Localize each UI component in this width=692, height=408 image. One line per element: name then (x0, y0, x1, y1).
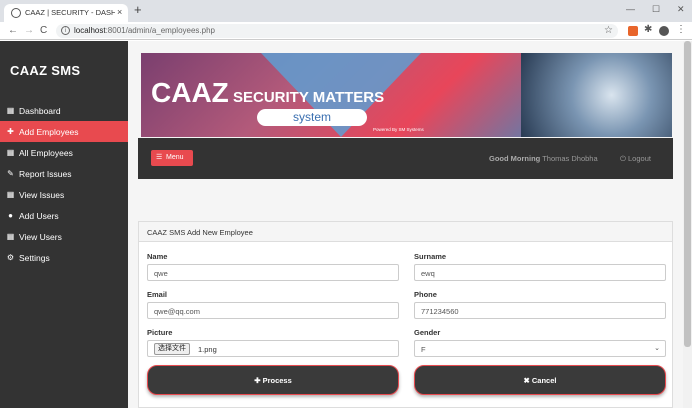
browser-menu-icon[interactable]: ⋮ (676, 24, 686, 35)
menu-icon: ☰ (156, 154, 163, 161)
url-host: localhost (74, 26, 106, 35)
edit-icon: ✎ (7, 169, 14, 178)
phone-field[interactable]: 771234560 (414, 302, 666, 319)
scrollbar[interactable] (683, 41, 692, 408)
gender-label: Gender (414, 328, 441, 337)
url-field[interactable]: i localhost:8001/admin/a_employees.php (56, 24, 618, 38)
sidebar-item-add-employees[interactable]: ✚ Add Employees (0, 121, 128, 142)
forward-icon[interactable]: → (24, 25, 34, 36)
file-name: 1.png (198, 345, 217, 354)
close-window-icon[interactable]: ✕ (677, 4, 685, 15)
sidebar-item-view-users[interactable]: ▦ View Users (0, 226, 128, 247)
header-banner: CAAZ SECURITY MATTERS system Powered By … (141, 53, 672, 137)
sidebar-item-all-employees[interactable]: ▦ All Employees (0, 142, 128, 163)
cancel-button[interactable]: ✖ Cancel (414, 365, 666, 395)
tab-close-icon[interactable]: × (117, 7, 122, 17)
name-label: Name (147, 252, 168, 261)
profile-icon[interactable] (659, 26, 669, 36)
bookmark-star-icon[interactable]: ☆ (604, 25, 613, 36)
sidebar-item-label: Report Issues (19, 169, 72, 179)
reload-icon[interactable]: C (40, 25, 47, 36)
banner-tagline: SECURITY MATTERS (233, 89, 385, 106)
sidebar-item-label: Dashboard (19, 106, 61, 116)
phone-label: Phone (414, 290, 437, 299)
address-bar: ← → C i localhost:8001/admin/a_employees… (0, 22, 692, 40)
sidebar-item-settings[interactable]: ⚙ Settings (0, 247, 128, 268)
name-field[interactable]: qwe (147, 264, 399, 281)
gear-icon: ⚙ (6, 253, 15, 262)
banner-system: system (257, 109, 367, 126)
process-button-label: ✚ Process (254, 376, 292, 385)
globe-icon (11, 8, 21, 18)
sidebar-item-label: Settings (19, 253, 50, 263)
sidebar: CAAZ SMS ▦ Dashboard ✚ Add Employees ▦ A… (0, 41, 128, 408)
sidebar-item-label: Add Employees (19, 127, 79, 137)
tab-title: CAAZ | SECURITY - DASHBOARD (25, 8, 115, 17)
sidebar-item-dashboard[interactable]: ▦ Dashboard (0, 100, 128, 121)
surname-field[interactable]: ewq (414, 264, 666, 281)
email-value: qwe@qq.com (154, 307, 200, 316)
choose-file-button[interactable]: 选择文件 (154, 343, 190, 355)
surname-label: Surname (414, 252, 447, 261)
chevron-down-icon: ⌄ (654, 345, 660, 352)
extension-icon[interactable] (628, 26, 638, 36)
table-icon: ▦ (6, 190, 15, 199)
email-field[interactable]: qwe@qq.com (147, 302, 399, 319)
table-icon: ▦ (6, 106, 15, 115)
table-icon: ▦ (6, 148, 15, 157)
phone-value: 771234560 (421, 307, 459, 316)
picture-label: Picture (147, 328, 173, 337)
sidebar-item-label: Add Users (19, 211, 59, 221)
menu-button[interactable]: ☰ Menu (151, 150, 193, 166)
user-icon: ● (8, 211, 13, 220)
menu-button-label: Menu (166, 154, 184, 161)
process-button[interactable]: ✚ Process (147, 365, 399, 395)
sidebar-item-label: View Users (19, 232, 62, 242)
sidebar-item-report-issues[interactable]: ✎ Report Issues (0, 163, 128, 184)
plus-icon: ✚ (7, 127, 14, 136)
gender-value: F (421, 345, 426, 354)
table-icon: ▦ (6, 232, 15, 241)
user-name: Thomas Dhobha (542, 154, 598, 163)
brand-title: CAAZ SMS (10, 63, 81, 78)
greeting-text: Good Morning (489, 154, 541, 163)
back-icon[interactable]: ← (8, 25, 18, 36)
scrollbar-thumb[interactable] (684, 41, 691, 347)
picture-file-input[interactable]: 选择文件 1.png (147, 340, 399, 357)
form-title: CAAZ SMS Add New Employee (147, 228, 253, 237)
minimize-icon[interactable]: — (626, 4, 635, 14)
sidebar-item-label: All Employees (19, 148, 73, 158)
banner-caaz: CAAZ (151, 77, 229, 108)
new-tab-icon[interactable]: + (134, 3, 142, 16)
browser-tab-bar: CAAZ | SECURITY - DASHBOARD × + — ☐ ✕ (0, 0, 692, 22)
sidebar-item-label: View Issues (19, 190, 65, 200)
browser-tab[interactable]: CAAZ | SECURITY - DASHBOARD × (4, 4, 128, 22)
name-value: qwe (154, 269, 168, 278)
puzzle-icon[interactable]: ✱ (644, 24, 652, 35)
banner-powered-by: Powered By SM Systems (373, 127, 424, 132)
url-text: localhost:8001/admin/a_employees.php (74, 26, 215, 35)
sidebar-item-add-users[interactable]: ● Add Users (0, 205, 128, 226)
logout-link[interactable]: ⏻ Logout (620, 154, 651, 164)
camera-image (521, 53, 672, 137)
main-content: CAAZ SECURITY MATTERS system Powered By … (128, 41, 692, 408)
form-header: CAAZ SMS Add New Employee (139, 222, 672, 242)
email-label: Email (147, 290, 168, 299)
add-employee-form: CAAZ SMS Add New Employee Name qwe Surna… (138, 221, 673, 408)
url-path: :8001/admin/a_employees.php (105, 26, 215, 35)
sidebar-item-view-issues[interactable]: ▦ View Issues (0, 184, 128, 205)
maximize-icon[interactable]: ☐ (652, 4, 660, 15)
surname-value: ewq (421, 269, 435, 278)
top-navbar: ☰ Menu Good Morning Thomas Dhobha ⏻ Logo… (138, 138, 673, 179)
greeting: Good Morning Thomas Dhobha (489, 154, 598, 163)
info-icon[interactable]: i (61, 26, 70, 35)
cancel-button-label: ✖ Cancel (523, 376, 557, 385)
gender-select[interactable]: F ⌄ (414, 340, 666, 357)
